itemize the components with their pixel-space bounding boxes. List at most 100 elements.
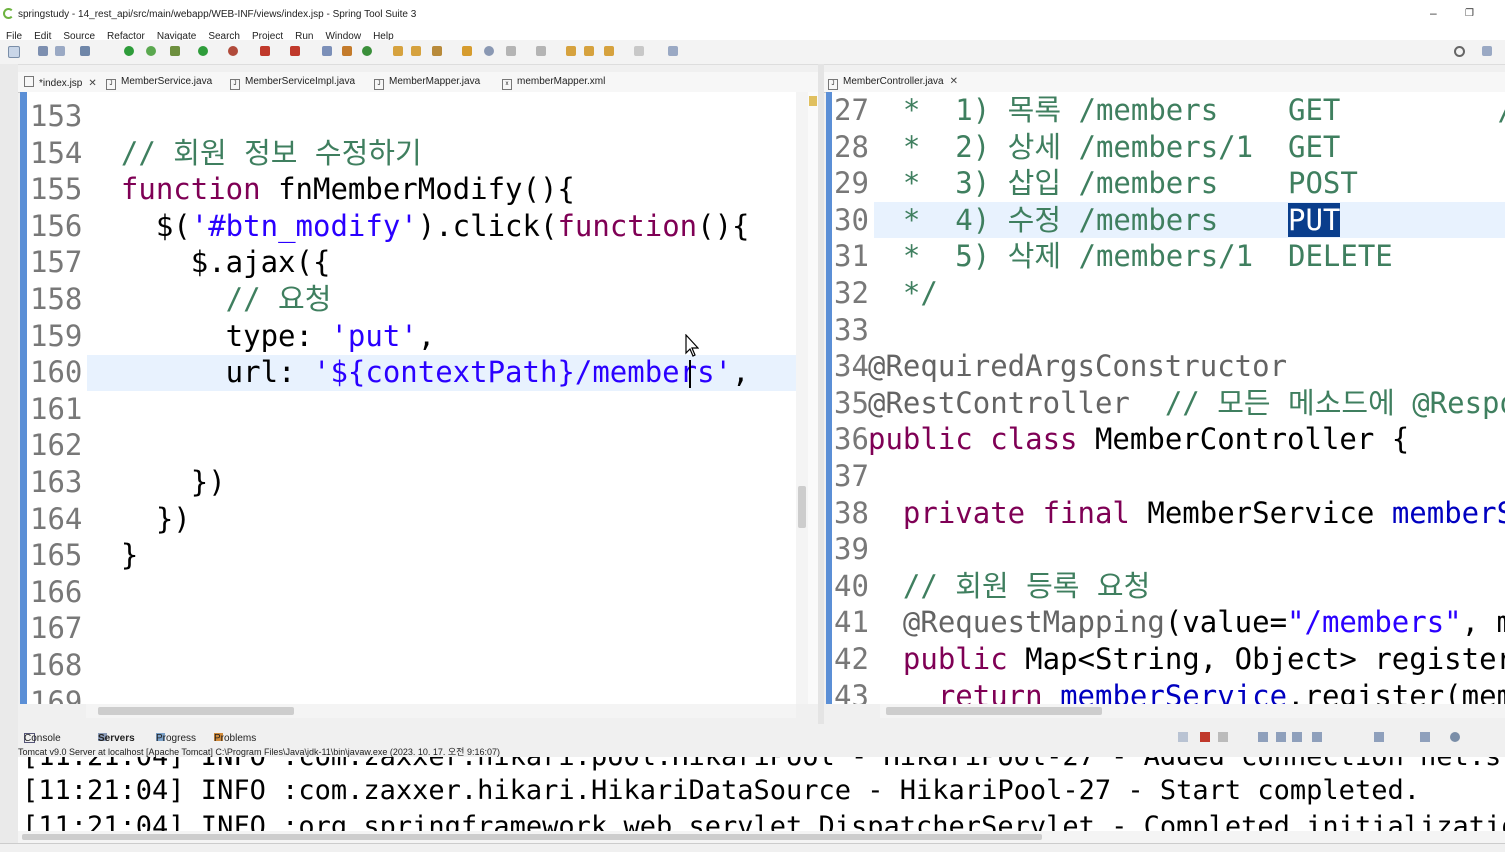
code-line[interactable]: 169 — [30, 684, 86, 704]
code-line[interactable]: 164 }) — [30, 501, 191, 538]
remove-launch-icon[interactable] — [1178, 732, 1188, 742]
code-token: public class — [868, 422, 1078, 457]
left-code-editor[interactable]: 153 154 // 회원 정보 수정하기 155 function fnMembe… — [20, 92, 796, 704]
console-output[interactable]: [11:21:04] INFO :com.zaxxer.hikari.pool.… — [18, 757, 1505, 831]
search-icon[interactable] — [1454, 46, 1465, 57]
brush-icon[interactable] — [432, 46, 442, 56]
console-horizontal-scrollbar[interactable] — [18, 831, 1505, 843]
coverage-icon[interactable] — [228, 46, 238, 56]
pin-editor-icon[interactable] — [668, 46, 678, 56]
new-icon[interactable] — [8, 46, 20, 58]
code-line[interactable]: 159 type: 'put', — [30, 318, 435, 355]
right-code-editor[interactable]: 27 * 1) 목록 /members GET /memb28 * 2) 상세 … — [826, 92, 1505, 704]
debug-icon[interactable] — [170, 46, 180, 56]
new-server-icon[interactable] — [322, 46, 332, 56]
tab-member-service-impl[interactable]: J MemberServiceImpl.java — [230, 76, 355, 90]
java-file-icon: J — [230, 79, 240, 90]
scrollbar-thumb[interactable] — [798, 486, 806, 528]
external-tools-icon[interactable] — [290, 46, 300, 56]
open-task-icon[interactable] — [411, 46, 421, 56]
code-line[interactable]: 29 * 3) 삽입 /members POST — [834, 165, 1358, 202]
code-line[interactable]: 168 — [30, 647, 86, 684]
code-line[interactable]: 28 * 2) 상세 /members/1 GET — [834, 129, 1340, 166]
save-all-icon[interactable] — [55, 46, 65, 56]
open-type-icon[interactable] — [393, 46, 403, 56]
remove-all-icon[interactable] — [1218, 732, 1228, 742]
word-wrap-icon[interactable] — [1292, 732, 1302, 742]
code-line[interactable]: 35@RestController // 모든 메소드에 @Respo — [834, 385, 1505, 422]
code-line[interactable]: 39 — [834, 531, 869, 568]
code-line[interactable]: 27 * 1) 목록 /members GET /memb — [834, 92, 1505, 129]
spring-app-icon — [3, 8, 14, 19]
code-line[interactable]: 161 — [30, 391, 86, 428]
perspective-icon[interactable] — [1482, 46, 1492, 56]
code-line[interactable]: 166 — [30, 574, 86, 611]
code-line[interactable]: 30 * 4) 수정 /members PUT — [834, 202, 1341, 239]
code-line[interactable]: 154 // 회원 정보 수정하기 — [30, 135, 422, 172]
code-line[interactable]: 163 }) — [30, 464, 226, 501]
restore-button[interactable]: ❐ — [1465, 8, 1474, 19]
code-line[interactable]: 38 private final MemberService memberSer… — [834, 495, 1505, 532]
code-line[interactable]: 36public class MemberController { — [834, 421, 1409, 458]
code-line[interactable]: 34@RequiredArgsConstructor — [834, 348, 1287, 385]
code-line[interactable]: 165 } — [30, 537, 138, 574]
code-line[interactable]: 157 $.ajax({ — [30, 244, 330, 281]
scroll-lock-icon[interactable] — [1276, 732, 1286, 742]
code-line[interactable]: 42 public Map<String, Object> registerMe… — [834, 641, 1505, 678]
code-line[interactable]: 31 * 5) 삭제 /members/1 DELETE — [834, 238, 1393, 275]
close-icon[interactable]: ✕ — [88, 78, 96, 89]
code-line[interactable]: 162 — [30, 427, 86, 464]
terminal-icon[interactable] — [80, 46, 90, 56]
right-horizontal-scrollbar[interactable] — [880, 704, 1505, 718]
code-line[interactable]: 156 $('#btn_modify').click(function(){ — [30, 208, 750, 245]
warning-marker[interactable] — [809, 96, 817, 106]
tab-member-mapper[interactable]: J MemberMapper.java — [374, 76, 480, 90]
code-line[interactable]: 155 function fnMemberModify(){ — [30, 171, 575, 208]
run-icon[interactable] — [198, 46, 208, 56]
code-line[interactable]: 33 — [834, 312, 869, 349]
spring-boot-icon[interactable] — [124, 46, 134, 56]
tab-member-service[interactable]: J MemberService.java — [106, 76, 212, 90]
code-line[interactable]: 37 — [834, 458, 869, 495]
refresh-icon[interactable] — [146, 46, 156, 56]
code-line[interactable]: 32 */ — [834, 275, 938, 312]
code-line[interactable]: 40 // 회원 등록 요청 — [834, 568, 1150, 605]
scrollbar-thumb[interactable] — [22, 834, 1042, 840]
code-line[interactable]: 43 return memberService.register(membe — [834, 678, 1505, 704]
prev-annotation-icon[interactable] — [536, 46, 546, 56]
save-icon[interactable] — [38, 46, 48, 56]
left-vertical-scrollbar[interactable] — [796, 92, 808, 704]
open-console-icon[interactable] — [1420, 732, 1430, 742]
line-number: 41 — [834, 605, 869, 640]
last-edit-icon[interactable] — [566, 46, 576, 56]
close-icon[interactable]: ✕ — [950, 76, 958, 87]
terminate-icon[interactable] — [1200, 732, 1210, 742]
globe-icon[interactable] — [484, 46, 494, 56]
code-line[interactable]: 167 — [30, 610, 86, 647]
new-class-icon[interactable] — [362, 46, 372, 56]
tab-member-controller[interactable]: J MemberController.java ✕ — [828, 76, 958, 90]
back-icon[interactable] — [604, 46, 614, 56]
scrollbar-thumb[interactable] — [886, 707, 1102, 715]
next-annotation-icon[interactable] — [506, 46, 516, 56]
back-edit-icon[interactable] — [584, 46, 594, 56]
minimize-button[interactable]: – — [1430, 6, 1437, 20]
tab-index-jsp[interactable]: *index.jsp ✕ — [24, 76, 97, 89]
search-folder-icon[interactable] — [462, 46, 472, 56]
code-line[interactable]: 158 // 요청 — [30, 281, 331, 318]
left-horizontal-scrollbar[interactable] — [86, 704, 796, 718]
package-icon[interactable] — [342, 46, 352, 56]
stop-icon[interactable] — [260, 46, 270, 56]
settings-icon[interactable] — [1450, 732, 1460, 742]
code-line[interactable]: 41 @RequestMapping(value="/members", met… — [834, 604, 1505, 641]
pin-console-icon[interactable] — [1374, 732, 1384, 742]
code-line[interactable]: 153 — [30, 98, 86, 135]
show-on-output-icon[interactable] — [1312, 732, 1322, 742]
scrollbar-thumb[interactable] — [98, 707, 294, 715]
code-line[interactable]: 160 url: '${contextPath}/members', — [30, 354, 749, 391]
editor-splitter[interactable] — [818, 64, 824, 724]
clear-console-icon[interactable] — [1258, 732, 1268, 742]
tab-member-mapper-xml[interactable]: x memberMapper.xml — [502, 76, 605, 90]
code-token: private final — [868, 495, 1130, 530]
forward-icon[interactable] — [634, 46, 644, 56]
